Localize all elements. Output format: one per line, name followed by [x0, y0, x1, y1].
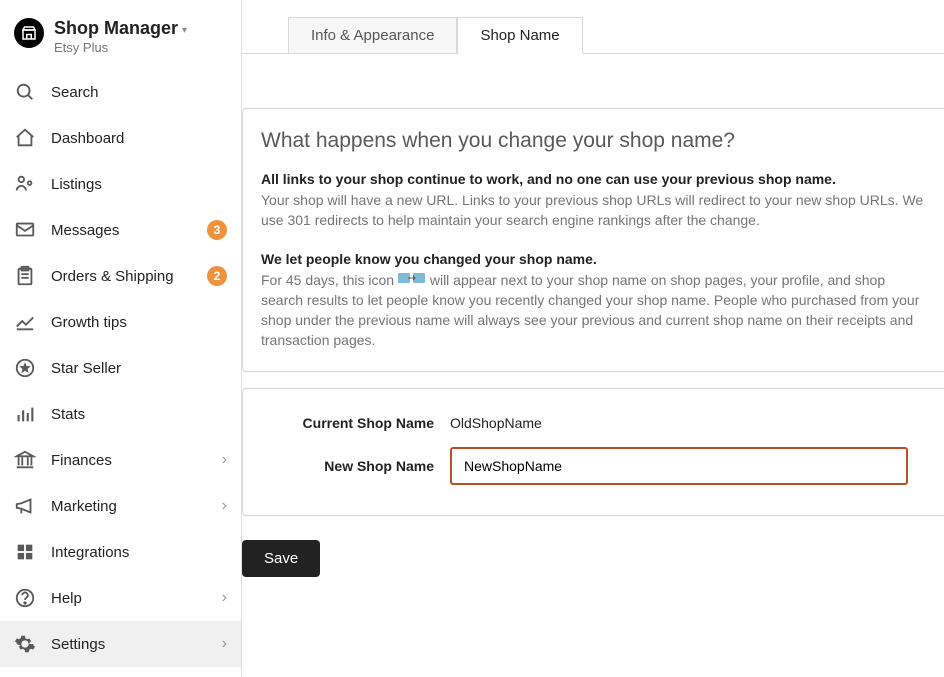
chevron-right-icon: › — [222, 497, 227, 515]
nav-label: Integrations — [51, 544, 227, 561]
stats-icon — [14, 403, 36, 425]
mail-icon — [14, 219, 36, 241]
tabs: Info & Appearance Shop Name — [242, 0, 944, 54]
gear-icon — [14, 633, 36, 655]
nav-label: Settings — [51, 636, 207, 653]
sidebar-item-finances[interactable]: Finances › — [0, 437, 241, 483]
home-icon — [14, 127, 36, 149]
megaphone-icon — [14, 495, 36, 517]
new-shop-name-input[interactable] — [450, 447, 908, 485]
sidebar-item-integrations[interactable]: Integrations — [0, 529, 241, 575]
tab-info-appearance[interactable]: Info & Appearance — [288, 17, 457, 54]
nav-label: Listings — [51, 176, 227, 193]
sidebar-header[interactable]: Shop Manager ▾ Etsy Plus — [0, 0, 241, 69]
chevron-right-icon: › — [222, 635, 227, 653]
etsy-shop-logo-icon — [14, 18, 44, 48]
name-change-icon — [398, 272, 426, 289]
nav-label: Help — [51, 590, 207, 607]
chevron-right-icon: › — [222, 451, 227, 469]
nav-label: Orders & Shipping — [51, 268, 192, 285]
sidebar-item-growth[interactable]: Growth tips — [0, 299, 241, 345]
nav: Search Dashboard Listings Messages 3 — [0, 69, 241, 677]
grid-icon — [14, 541, 36, 563]
nav-label: Finances — [51, 452, 207, 469]
nav-label: Messages — [51, 222, 192, 239]
clipboard-icon — [14, 265, 36, 287]
plan-label: Etsy Plus — [54, 40, 227, 55]
tab-shop-name[interactable]: Shop Name — [457, 17, 582, 54]
current-shop-name-value: OldShopName — [450, 415, 542, 431]
sidebar-item-help[interactable]: Help › — [0, 575, 241, 621]
info-line1-text: Your shop will have a new URL. Links to … — [261, 190, 926, 231]
sidebar-item-orders[interactable]: Orders & Shipping 2 — [0, 253, 241, 299]
nav-label: Dashboard — [51, 130, 227, 147]
nav-label: Stats — [51, 406, 227, 423]
sidebar-item-listings[interactable]: Listings — [0, 161, 241, 207]
sidebar-item-settings[interactable]: Settings › — [0, 621, 241, 667]
growth-icon — [14, 311, 36, 333]
info-line1-bold: All links to your shop continue to work,… — [261, 171, 926, 187]
sidebar-item-search[interactable]: Search — [0, 69, 241, 115]
save-button[interactable]: Save — [242, 540, 320, 577]
bank-icon — [14, 449, 36, 471]
sidebar-item-marketing[interactable]: Marketing › — [0, 483, 241, 529]
listings-icon — [14, 173, 36, 195]
search-icon — [14, 81, 36, 103]
info-line2-text: For 45 days, this icon will appear next … — [261, 270, 926, 351]
chevron-right-icon: › — [222, 589, 227, 607]
new-shop-name-label: New Shop Name — [279, 458, 434, 474]
current-shop-name-label: Current Shop Name — [279, 415, 434, 431]
sidebar-item-messages[interactable]: Messages 3 — [0, 207, 241, 253]
sidebar-item-star-seller[interactable]: Star Seller — [0, 345, 241, 391]
badge: 2 — [207, 266, 227, 286]
badge: 3 — [207, 220, 227, 240]
nav-label: Search — [51, 84, 227, 101]
nav-label: Star Seller — [51, 360, 227, 377]
sidebar-item-stats[interactable]: Stats — [0, 391, 241, 437]
help-icon — [14, 587, 36, 609]
caret-down-icon[interactable]: ▾ — [182, 25, 187, 36]
nav-label: Marketing — [51, 498, 207, 515]
info-line2-bold: We let people know you changed your shop… — [261, 251, 926, 267]
sidebar-item-dashboard[interactable]: Dashboard — [0, 115, 241, 161]
main-content: Info & Appearance Shop Name What happens… — [242, 0, 944, 677]
app-title: Shop Manager — [54, 18, 178, 39]
star-icon — [14, 357, 36, 379]
info-line2-text-a: For 45 days, this icon — [261, 272, 398, 288]
sidebar: Shop Manager ▾ Etsy Plus Search Dashboar… — [0, 0, 242, 677]
info-card-title: What happens when you change your shop n… — [261, 129, 926, 153]
nav-label: Growth tips — [51, 314, 227, 331]
